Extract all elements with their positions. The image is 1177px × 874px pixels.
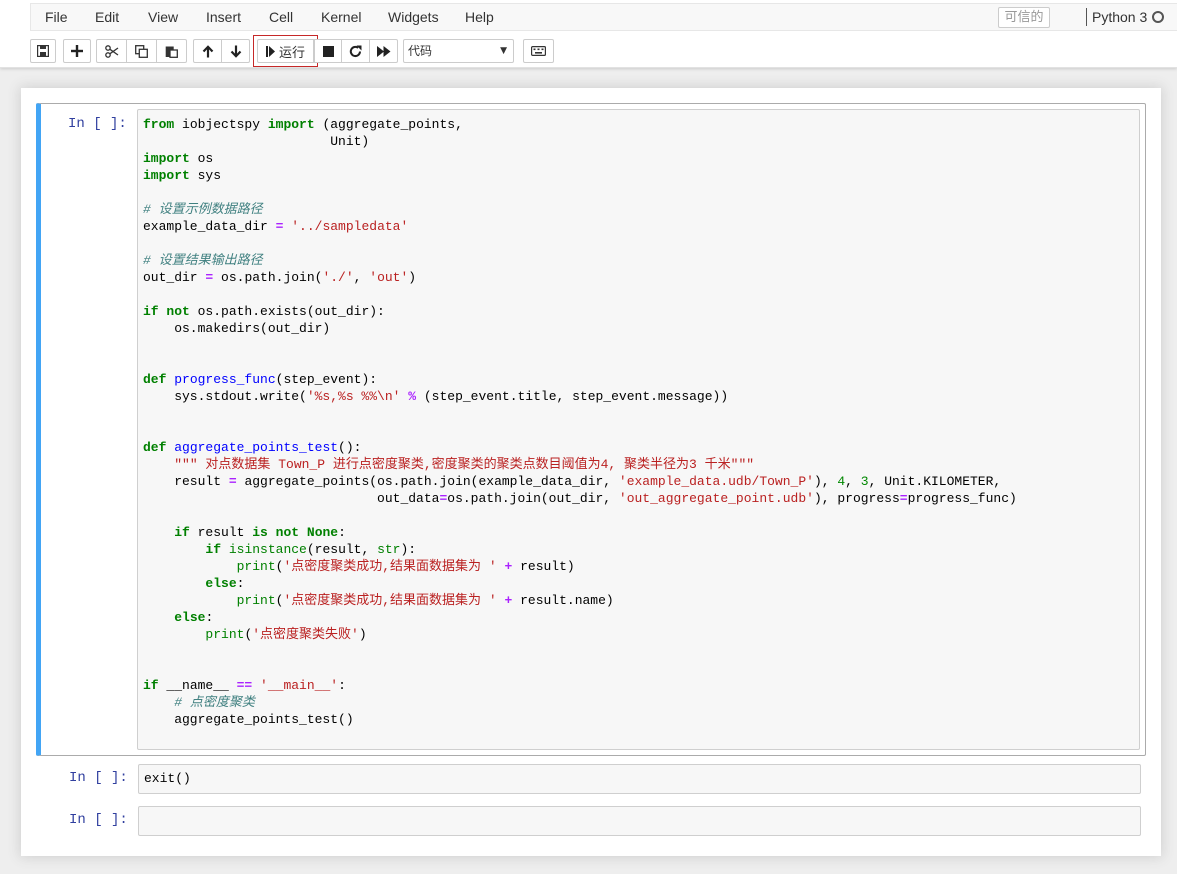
step-forward-icon xyxy=(265,45,275,57)
menu-cell[interactable]: Cell xyxy=(269,9,293,25)
menu-widgets[interactable]: Widgets xyxy=(388,9,439,25)
save-icon xyxy=(37,45,49,57)
code-editor[interactable]: from iobjectspy import (aggregate_points… xyxy=(137,109,1140,750)
interrupt-button[interactable] xyxy=(314,39,342,63)
chevron-down-icon: ▼ xyxy=(500,46,507,56)
menubar: File Edit View Insert Cell Kernel Widget… xyxy=(30,3,1177,31)
notebook-container: In [ ]: from iobjectspy import (aggregat… xyxy=(21,88,1161,856)
fast-forward-icon xyxy=(376,45,390,57)
move-down-button[interactable] xyxy=(222,39,250,63)
move-up-button[interactable] xyxy=(193,39,222,63)
menu-view[interactable]: View xyxy=(148,9,178,25)
menu-kernel[interactable]: Kernel xyxy=(321,9,361,25)
plus-icon xyxy=(71,45,83,57)
code-cell[interactable]: In [ ]: exit() xyxy=(36,760,1146,796)
paste-icon xyxy=(165,46,178,58)
code-editor[interactable] xyxy=(138,806,1141,836)
code-source xyxy=(139,807,1140,819)
cell-prompt: In [ ]: xyxy=(69,770,128,786)
copy-button[interactable] xyxy=(127,39,157,63)
run-label: 运行 xyxy=(278,45,305,61)
code-source: from iobjectspy import (aggregate_points… xyxy=(143,117,1017,727)
run-button[interactable]: 运行 xyxy=(257,39,314,63)
restart-kernel-button[interactable] xyxy=(342,39,370,63)
cell-prompt: In [ ]: xyxy=(69,812,128,828)
notebook-header: File Edit View Insert Cell Kernel Widget… xyxy=(0,0,1177,68)
code-cell-selected[interactable]: In [ ]: from iobjectspy import (aggregat… xyxy=(36,103,1146,756)
restart-run-all-button[interactable] xyxy=(370,39,398,63)
copy-icon xyxy=(135,44,148,58)
arrow-down-icon xyxy=(230,45,241,58)
command-palette-button[interactable] xyxy=(523,39,554,63)
cut-button[interactable] xyxy=(96,39,127,63)
cut-icon xyxy=(104,44,118,58)
stop-icon xyxy=(322,45,334,57)
kernel-idle-icon xyxy=(1152,11,1164,23)
save-button[interactable] xyxy=(30,39,56,63)
insert-cell-button[interactable] xyxy=(63,39,91,63)
code-cell-empty[interactable]: In [ ]: xyxy=(36,802,1146,838)
refresh-icon xyxy=(349,45,362,57)
cell-prompt: In [ ]: xyxy=(68,116,127,132)
code-editor[interactable]: exit() xyxy=(138,764,1141,794)
menu-edit[interactable]: Edit xyxy=(95,9,119,25)
paste-button[interactable] xyxy=(157,39,187,63)
trusted-indicator[interactable]: 可信的 xyxy=(998,7,1050,28)
cell-type-value: 代码 xyxy=(408,44,433,58)
kernel-name: Python 3 xyxy=(1092,9,1148,25)
arrow-up-icon xyxy=(202,44,213,57)
menu-file[interactable]: File xyxy=(45,9,68,25)
cell-type-select[interactable]: 代码 ▼ xyxy=(403,39,514,63)
menu-insert[interactable]: Insert xyxy=(206,9,241,25)
kernel-separator xyxy=(1086,8,1087,26)
code-source: exit() xyxy=(144,771,191,786)
keyboard-icon xyxy=(531,46,546,56)
menu-help[interactable]: Help xyxy=(465,9,494,25)
